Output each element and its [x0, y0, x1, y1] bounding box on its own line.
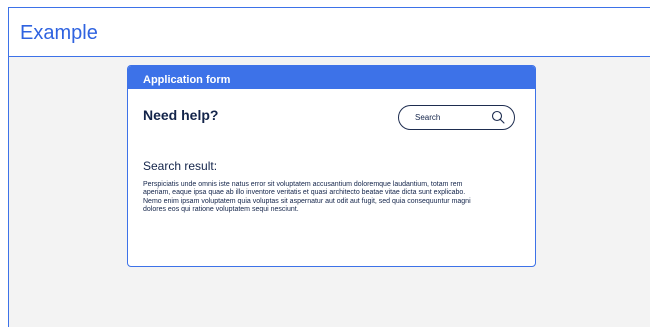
application-form-card: Application form Need help? Search resul… [127, 65, 536, 267]
card-header-title: Application form [143, 74, 231, 86]
example-header: Example [9, 8, 650, 57]
card-header: Application form [128, 66, 535, 89]
search-input[interactable] [399, 106, 489, 129]
search-box[interactable] [398, 105, 515, 130]
example-frame: Example Application form Need help? Sear… [8, 7, 650, 327]
search-result-text: Perspiciatis unde omnis iste natus error… [143, 181, 471, 213]
help-title: Need help? [143, 107, 219, 123]
example-title: Example [20, 22, 98, 44]
help-section: Need help? [143, 107, 218, 123]
search-result-title: Search result: [143, 159, 218, 173]
search-icon[interactable] [491, 110, 505, 124]
